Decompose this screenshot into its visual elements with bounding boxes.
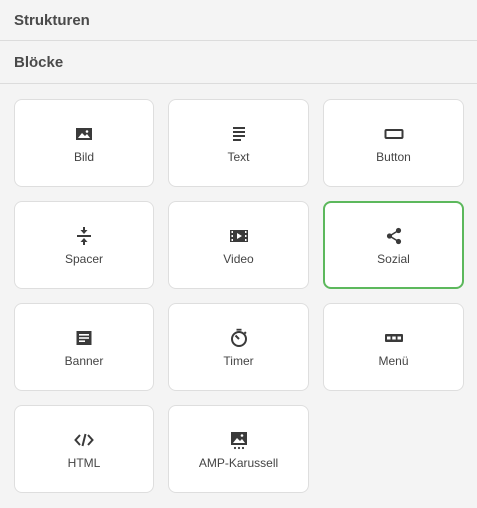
block-social[interactable]: Sozial bbox=[323, 201, 464, 289]
block-button[interactable]: Button bbox=[323, 99, 464, 187]
block-html[interactable]: HTML bbox=[14, 405, 154, 493]
blocks-grid: Bild Text Button Spacer Video Sozial Ban… bbox=[14, 99, 464, 493]
block-label: Button bbox=[376, 150, 411, 164]
image-icon bbox=[74, 124, 94, 144]
section-structures[interactable]: Strukturen bbox=[0, 0, 477, 41]
blocks-panel: Strukturen Blöcke Bild Text Button Space… bbox=[0, 0, 477, 508]
menu-icon bbox=[384, 328, 404, 348]
block-label: Video bbox=[223, 252, 254, 266]
block-label: Banner bbox=[64, 354, 104, 368]
block-text[interactable]: Text bbox=[168, 99, 309, 187]
block-image[interactable]: Bild bbox=[14, 99, 154, 187]
text-icon bbox=[229, 124, 249, 144]
carousel-icon bbox=[229, 430, 249, 450]
block-menu[interactable]: Menü bbox=[323, 303, 464, 391]
block-label: Sozial bbox=[377, 252, 410, 266]
block-label: Timer bbox=[223, 354, 254, 368]
block-label: Spacer bbox=[64, 252, 104, 266]
button-icon bbox=[384, 124, 404, 144]
block-amp-carousel[interactable]: AMP-Karussell bbox=[168, 405, 309, 493]
section-blocks[interactable]: Blöcke bbox=[0, 41, 477, 84]
block-label: Text bbox=[227, 150, 250, 164]
block-label: AMP-Karussell bbox=[198, 456, 279, 470]
code-icon bbox=[74, 430, 94, 450]
spacer-icon bbox=[74, 226, 94, 246]
block-banner[interactable]: Banner bbox=[14, 303, 154, 391]
banner-icon bbox=[74, 328, 94, 348]
video-icon bbox=[229, 226, 249, 246]
block-video[interactable]: Video bbox=[168, 201, 309, 289]
block-label: Menü bbox=[378, 354, 409, 368]
block-label: Bild bbox=[73, 150, 94, 164]
share-icon bbox=[384, 226, 404, 246]
timer-icon bbox=[229, 328, 249, 348]
block-label: HTML bbox=[67, 456, 101, 470]
block-spacer[interactable]: Spacer bbox=[14, 201, 154, 289]
block-timer[interactable]: Timer bbox=[168, 303, 309, 391]
